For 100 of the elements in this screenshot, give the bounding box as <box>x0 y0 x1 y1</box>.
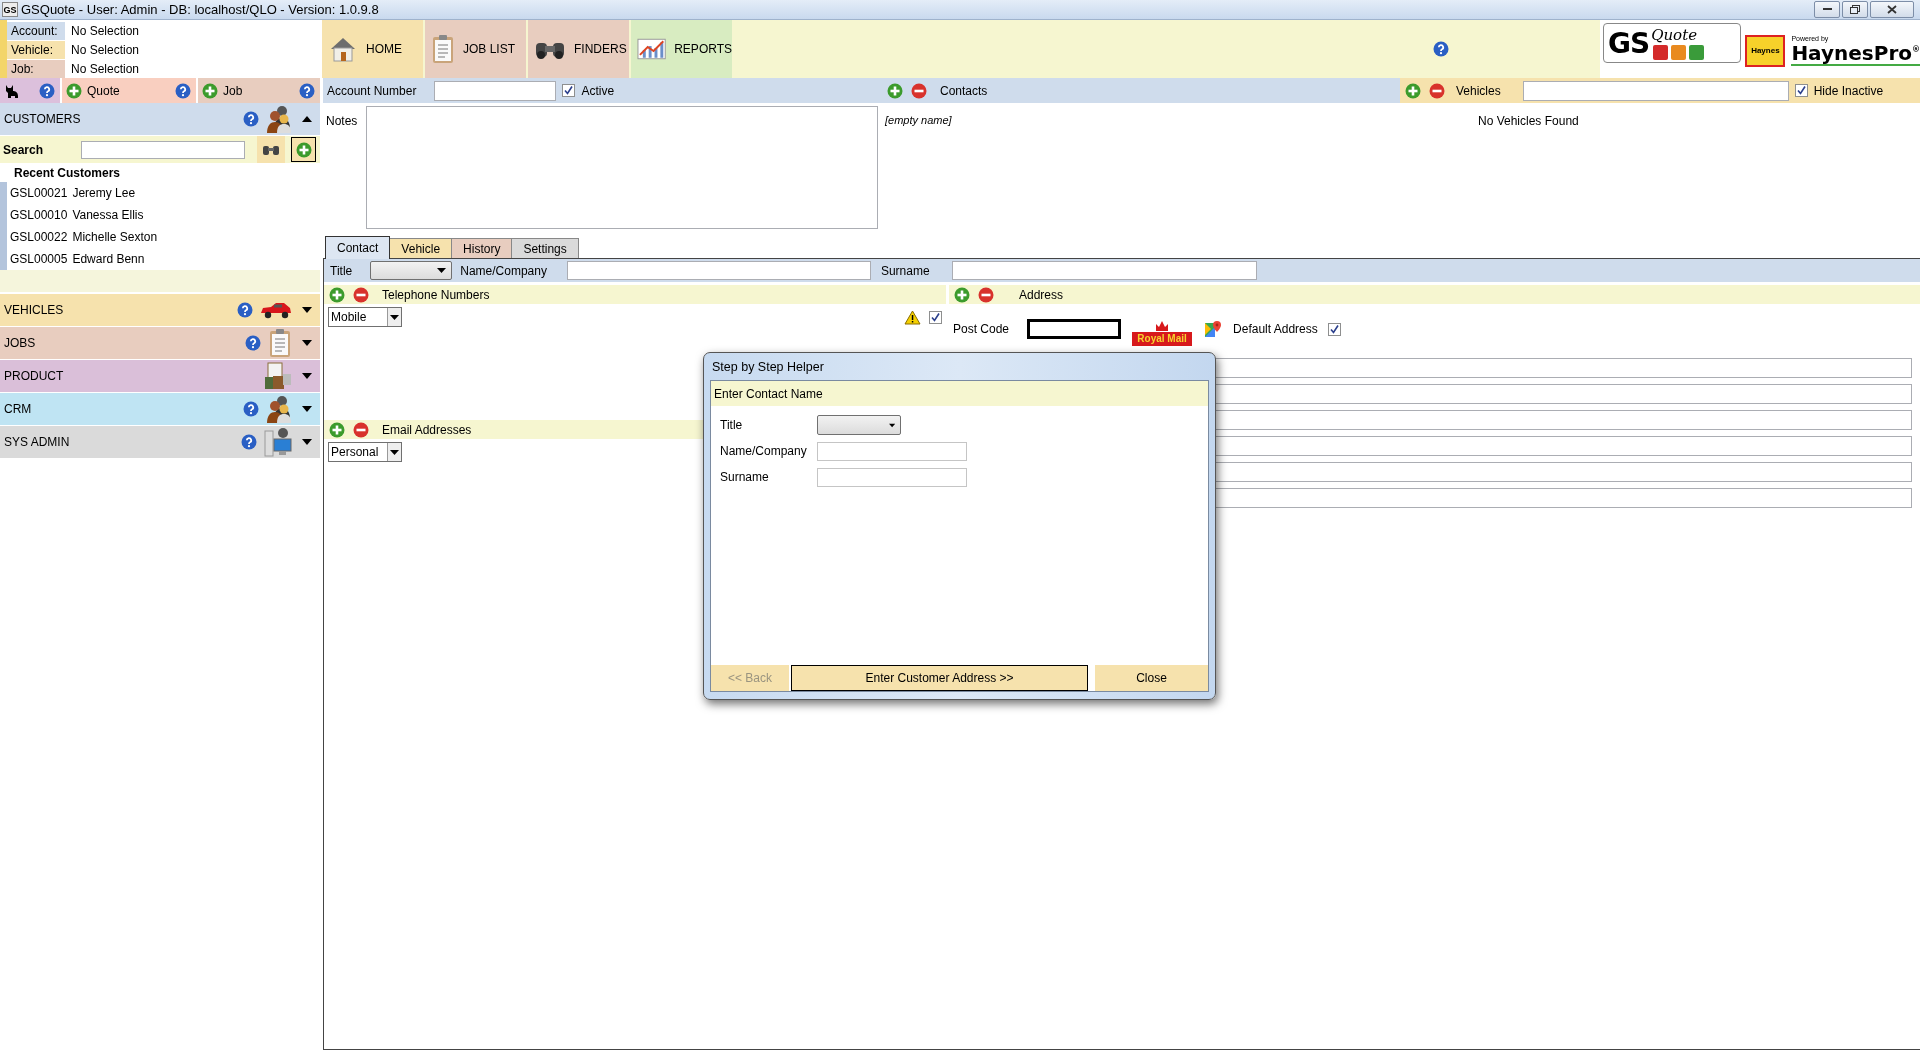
app-logo: GS <box>2 2 18 17</box>
selection-label: Account: <box>7 21 65 40</box>
logo-badge: Haynes <box>1745 34 1786 67</box>
customer-item[interactable]: GSL00010 Vanessa Ellis <box>0 204 320 226</box>
postcode-field[interactable] <box>1027 319 1122 339</box>
help-icon <box>243 401 259 417</box>
phone-type-select[interactable]: Mobile <box>328 307 402 327</box>
nav-button[interactable]: FINDERS <box>528 20 629 78</box>
checkbox-label: Active <box>581 83 615 98</box>
checkbox-label: Hide Inactive <box>1813 83 1884 98</box>
help-button[interactable] <box>240 433 258 451</box>
triangle-icon <box>302 439 312 445</box>
text-field[interactable] <box>817 467 967 487</box>
map-button[interactable] <box>1203 319 1224 339</box>
add-button[interactable] <box>328 285 346 304</box>
help-button[interactable] <box>298 81 316 100</box>
field-label: Notes <box>326 114 358 130</box>
logo-text: Quote <box>1651 26 1699 44</box>
people-icon <box>266 395 292 423</box>
check-icon <box>1795 85 1807 96</box>
add-button[interactable]: Job <box>202 82 243 99</box>
add-button[interactable]: Quote <box>66 82 120 99</box>
remove-button[interactable] <box>352 420 370 439</box>
add-button[interactable] <box>1404 81 1422 100</box>
vehicle-search-field[interactable] <box>1522 80 1789 101</box>
help-button[interactable] <box>1432 40 1450 58</box>
selection-label: Vehicle: <box>7 40 65 59</box>
customer-item[interactable]: GSL00021 Jeremy Lee <box>0 182 320 204</box>
plus-icon <box>887 82 903 99</box>
help-button[interactable] <box>244 334 262 352</box>
remove-button[interactable] <box>352 285 370 304</box>
close-button[interactable] <box>1870 1 1914 18</box>
checkbox[interactable] <box>929 310 942 324</box>
triangle-icon <box>302 340 312 346</box>
contact-item[interactable]: [empty name] <box>885 114 1397 126</box>
add-customer-button[interactable] <box>291 137 316 162</box>
notes-field[interactable] <box>366 106 879 229</box>
help-button[interactable] <box>174 81 192 100</box>
help-button[interactable] <box>242 110 260 128</box>
caret-icon <box>390 314 399 320</box>
search-field[interactable] <box>81 140 245 159</box>
field-label: Post Code <box>953 322 1010 336</box>
plus-icon <box>329 421 345 438</box>
email-type-select[interactable]: Personal <box>328 442 402 462</box>
field-label: Surname <box>720 470 770 484</box>
section-header[interactable]: PRODUCT <box>0 360 320 393</box>
field-label: Account Number <box>327 83 417 98</box>
title-select[interactable] <box>370 261 453 280</box>
remove-button[interactable] <box>910 81 928 100</box>
plus-icon <box>954 286 970 303</box>
add-button[interactable] <box>328 420 346 439</box>
section-title: Address <box>1019 287 1064 302</box>
section-header[interactable]: SYS ADMIN <box>0 426 320 459</box>
tab[interactable]: Vehicle <box>389 238 453 258</box>
add-button[interactable] <box>886 81 904 100</box>
section-header[interactable]: VEHICLES <box>0 294 320 327</box>
check-icon <box>1328 323 1340 335</box>
tab[interactable]: Contact <box>325 236 391 259</box>
help-button[interactable] <box>38 81 56 100</box>
triangle-icon <box>302 406 312 412</box>
section-title: PRODUCT <box>4 369 65 383</box>
remove-button[interactable] <box>977 285 995 304</box>
find-button[interactable] <box>256 136 286 163</box>
clipboard-icon <box>268 328 292 358</box>
account-number-field[interactable] <box>434 80 557 101</box>
section-header[interactable]: CRM <box>0 393 320 426</box>
add-button[interactable] <box>953 285 971 304</box>
logo-text: HaynesPro$^{®}$ <box>1791 42 1920 66</box>
nav-button[interactable]: JOB LIST <box>425 20 526 78</box>
help-button[interactable] <box>242 400 260 418</box>
checkbox[interactable] <box>1794 84 1808 97</box>
help-button[interactable] <box>236 301 254 319</box>
tab[interactable]: Settings <box>511 238 579 258</box>
help-icon <box>1433 41 1449 57</box>
checkbox[interactable] <box>1327 322 1341 336</box>
products-icon <box>264 362 292 390</box>
caret-icon <box>437 268 447 273</box>
dialog-button[interactable]: Close <box>1095 665 1208 691</box>
name-field[interactable] <box>566 261 871 280</box>
triangle-icon <box>302 116 312 122</box>
restore-button[interactable] <box>1842 1 1868 18</box>
section-title: Email Addresses <box>382 422 472 437</box>
text-field[interactable] <box>817 441 967 461</box>
dialog-button[interactable]: Enter Customer Address >> <box>791 665 1088 691</box>
title-select[interactable] <box>817 415 901 435</box>
nav-button[interactable]: REPORTS <box>631 20 732 78</box>
remove-button[interactable] <box>1428 81 1446 100</box>
field-label: Surname <box>880 263 930 278</box>
minus-icon <box>353 286 369 303</box>
field-label: Name/Company <box>460 263 547 278</box>
tab[interactable]: History <box>451 238 513 258</box>
plus-icon <box>202 82 218 99</box>
minimize-button[interactable] <box>1814 1 1840 18</box>
nav-button[interactable]: HOME <box>322 20 423 78</box>
surname-field[interactable] <box>951 261 1257 280</box>
minus-icon <box>978 286 994 303</box>
checkbox[interactable] <box>562 84 576 97</box>
search-label: Search <box>3 142 45 157</box>
dialog-title: Step by Step Helper <box>712 359 824 374</box>
section-header[interactable]: JOBS <box>0 327 320 360</box>
